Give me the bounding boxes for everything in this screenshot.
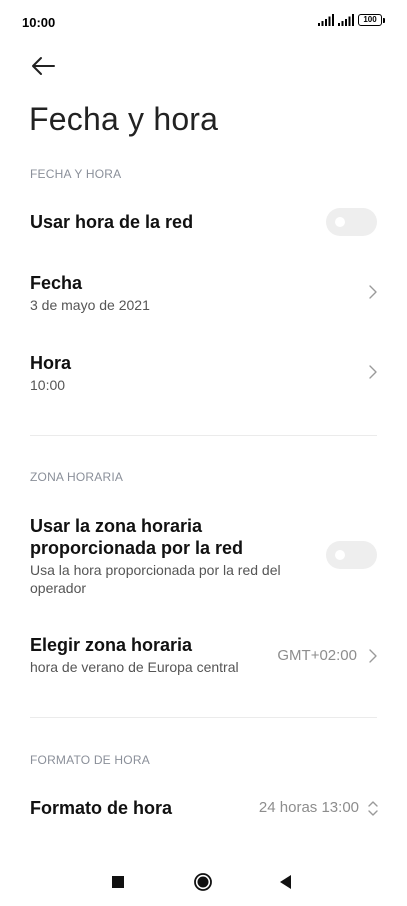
use-network-zone-row[interactable]: Usar la zona horaria proporcionada por l…: [0, 510, 407, 602]
chevron-right-icon: [369, 365, 377, 379]
divider: [30, 435, 377, 436]
date-label: Fecha: [30, 273, 83, 293]
use-network-time-label: Usar hora de la red: [30, 212, 194, 232]
time-value: 10:00: [30, 377, 66, 393]
divider: [30, 717, 377, 718]
section-header-time-format: FORMATO DE HORA: [30, 753, 150, 767]
time-label: Hora: [30, 353, 72, 373]
battery-icon: 100: [358, 14, 385, 26]
toggle-knob: [335, 217, 345, 227]
navigation-bar: [0, 856, 407, 906]
use-network-time-row[interactable]: Usar hora de la red: [0, 198, 407, 246]
use-network-time-toggle[interactable]: [326, 208, 377, 236]
chevron-right-icon: [369, 649, 377, 663]
triangle-back-icon: [280, 875, 291, 889]
time-format-row[interactable]: Formato de hora 24 horas 13:00: [0, 785, 407, 831]
chevron-right-icon: [369, 285, 377, 299]
section-header-time-zone: ZONA HORARIA: [30, 470, 124, 484]
home-button[interactable]: [193, 872, 213, 892]
time-format-value: 24 horas 13:00: [258, 799, 359, 816]
back-nav-button[interactable]: [276, 872, 296, 892]
use-network-zone-label-line1: Usar la zona horaria: [30, 516, 203, 536]
choose-time-zone-sub: hora de verano de Europa central: [30, 659, 239, 675]
time-zone-value: GMT+02:00: [277, 647, 357, 664]
choose-time-zone-row[interactable]: Elegir zona horaria hora de verano de Eu…: [0, 627, 407, 687]
arrow-left-icon: [32, 57, 55, 75]
signal-icon-2: [338, 14, 354, 26]
square-icon: [112, 876, 124, 888]
status-icons: 100: [318, 14, 385, 26]
use-network-zone-toggle[interactable]: [326, 541, 377, 569]
toggle-knob: [335, 550, 345, 560]
use-network-zone-sub-line2: operador: [30, 580, 87, 596]
time-row[interactable]: Hora 10:00: [0, 345, 407, 405]
choose-time-zone-label: Elegir zona horaria: [30, 635, 193, 655]
up-down-chevron-icon: [368, 801, 378, 816]
status-time: 10:00: [22, 15, 56, 30]
recents-button[interactable]: [108, 872, 128, 892]
circle-icon: [194, 873, 212, 891]
back-button[interactable]: [30, 54, 58, 78]
time-format-label: Formato de hora: [30, 798, 173, 818]
page-title: Fecha y hora: [29, 101, 219, 137]
signal-icon: [318, 14, 334, 26]
use-network-zone-sub-line1: Usa la hora proporcionada por la red del: [30, 562, 281, 578]
battery-level: 100: [358, 14, 382, 26]
use-network-zone-label-line2: proporcionada por la red: [30, 538, 244, 558]
section-header-date-time: FECHA Y HORA: [30, 167, 122, 181]
date-value: 3 de mayo de 2021: [30, 297, 150, 313]
date-row[interactable]: Fecha 3 de mayo de 2021: [0, 265, 407, 325]
status-bar: 10:00 100: [0, 0, 407, 44]
